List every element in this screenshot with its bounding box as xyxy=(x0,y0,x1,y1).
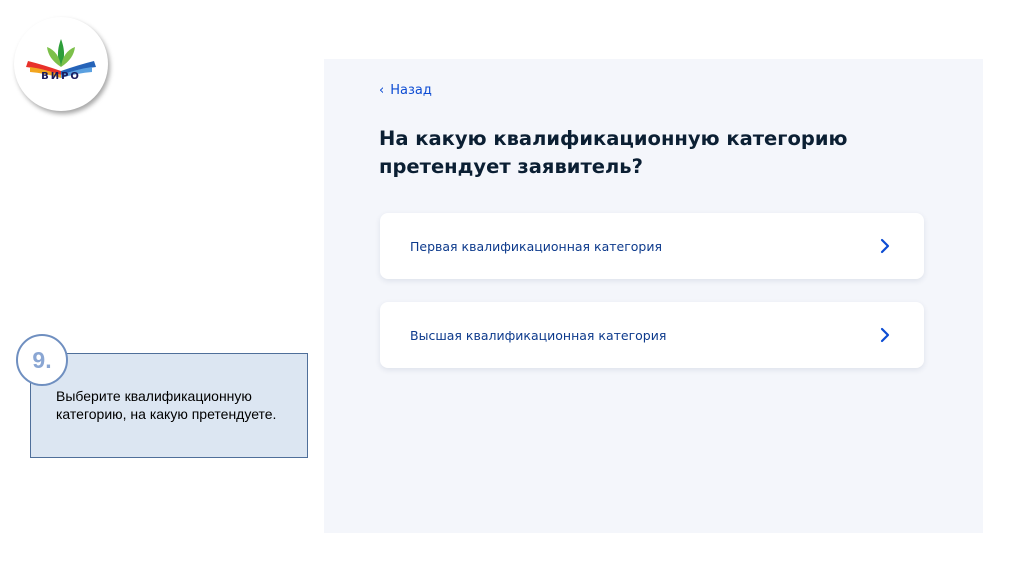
option-highest-category[interactable]: Высшая квалификационная категория xyxy=(380,302,924,368)
chevron-left-icon: ‹ xyxy=(379,83,385,98)
instruction-box: Выберите квалификационную категорию, на … xyxy=(30,353,308,458)
form-panel: ‹ Назад На какую квалификационную катего… xyxy=(324,59,983,533)
back-link[interactable]: ‹ Назад xyxy=(379,83,432,98)
logo-text: ВИРО xyxy=(41,71,81,82)
chevron-right-icon xyxy=(880,327,890,343)
viro-logo: ВИРО xyxy=(14,17,108,111)
instruction-text: Выберите квалификационную категорию, на … xyxy=(56,388,277,422)
logo-emblem xyxy=(26,39,96,78)
back-label: Назад xyxy=(390,83,432,98)
step-number-badge: 9. xyxy=(16,334,68,386)
chevron-right-icon xyxy=(880,238,890,254)
question-title: На какую квалификационную категорию прет… xyxy=(379,127,848,178)
option-first-category[interactable]: Первая квалификационная категория xyxy=(380,213,924,279)
option-label: Первая квалификационная категория xyxy=(410,238,663,254)
option-label: Высшая квалификационная категория xyxy=(410,327,667,343)
